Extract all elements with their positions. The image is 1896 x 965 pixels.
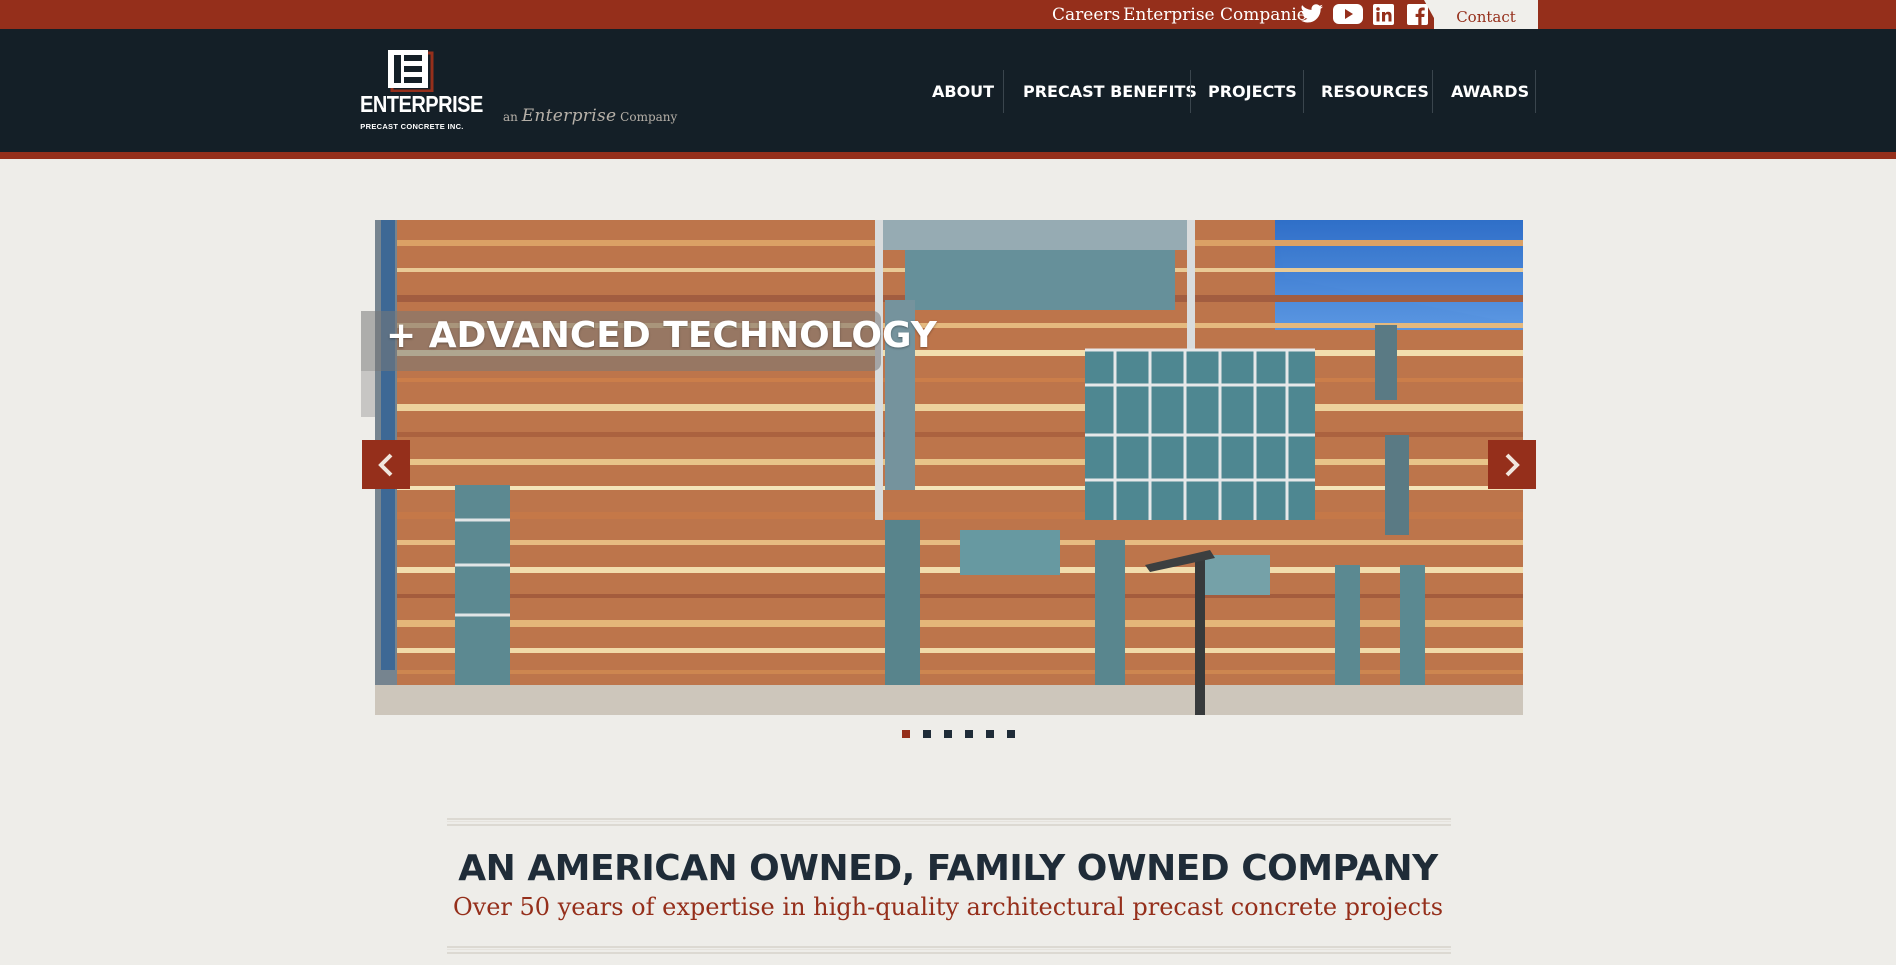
logo-mark-icon bbox=[388, 50, 434, 92]
nav-item-projects[interactable]: PROJECTS bbox=[1208, 70, 1297, 112]
enterprise-companies-link[interactable]: Enterprise Companies bbox=[1123, 0, 1316, 29]
intro-subline: Over 50 years of expertise in high-quali… bbox=[452, 893, 1444, 921]
parent-company-tagline: an Enterprise Company bbox=[503, 106, 677, 126]
slider-dot[interactable] bbox=[1007, 730, 1015, 738]
slider-dot[interactable] bbox=[944, 730, 952, 738]
chevron-left-icon bbox=[378, 453, 393, 476]
slide-caption: + ADVANCED TECHNOLOGY bbox=[386, 315, 937, 356]
careers-link[interactable]: Careers bbox=[1052, 0, 1120, 29]
header-divider bbox=[0, 152, 1896, 159]
logo-wordmark: ENTERPRISE bbox=[360, 92, 483, 118]
hero-slider[interactable] bbox=[375, 220, 1523, 715]
tagline-script: Enterprise bbox=[521, 106, 617, 126]
nav-item-precast-benefits[interactable]: PRECAST BENEFITS bbox=[1023, 70, 1197, 112]
section-rule-top bbox=[447, 818, 1451, 826]
tagline-suffix: Company bbox=[620, 110, 678, 124]
linkedin-icon[interactable] bbox=[1371, 3, 1395, 25]
nav-divider bbox=[1190, 70, 1191, 113]
slider-dot[interactable] bbox=[923, 730, 931, 738]
slider-dot[interactable] bbox=[902, 730, 910, 738]
youtube-icon[interactable] bbox=[1333, 3, 1363, 25]
nav-divider bbox=[1303, 70, 1304, 113]
slide-caption-accent bbox=[361, 371, 375, 417]
logo-subtitle: PRECAST CONCRETE INC. bbox=[360, 122, 464, 131]
section-rule-bottom bbox=[447, 946, 1451, 954]
slider-pagination bbox=[902, 730, 1015, 738]
utility-bar bbox=[0, 0, 1896, 29]
slider-next-button[interactable] bbox=[1488, 440, 1536, 489]
twitter-icon[interactable] bbox=[1300, 3, 1324, 25]
nav-item-awards[interactable]: AWARDS bbox=[1451, 70, 1529, 112]
company-logo[interactable]: ENTERPRISE PRECAST CONCRETE INC. bbox=[360, 50, 483, 134]
nav-divider bbox=[1535, 70, 1536, 113]
slide-image-building bbox=[375, 220, 1523, 715]
slider-dot[interactable] bbox=[965, 730, 973, 738]
nav-divider bbox=[1432, 70, 1433, 113]
slider-prev-button[interactable] bbox=[362, 440, 410, 489]
slider-dot[interactable] bbox=[986, 730, 994, 738]
tagline-prefix: an bbox=[503, 110, 518, 124]
intro-headline: AN AMERICAN OWNED, FAMILY OWNED COMPANY bbox=[458, 848, 1438, 889]
nav-item-resources[interactable]: RESOURCES bbox=[1321, 70, 1429, 112]
nav-divider bbox=[1003, 70, 1004, 113]
chevron-right-icon bbox=[1505, 453, 1520, 476]
nav-item-about[interactable]: ABOUT bbox=[932, 70, 994, 112]
